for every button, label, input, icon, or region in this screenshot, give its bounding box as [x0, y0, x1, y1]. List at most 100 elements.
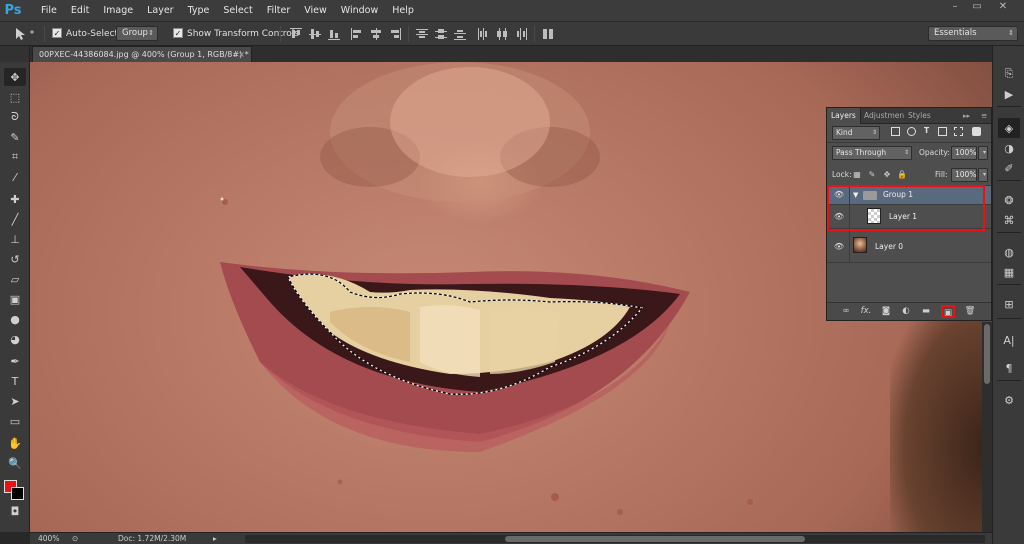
adjustment-filter-icon[interactable]: [907, 127, 916, 136]
opacity-slider-arrow[interactable]: ▾: [978, 146, 988, 160]
dodge-tool-icon[interactable]: ◕: [4, 330, 26, 348]
menu-filter[interactable]: Filter: [260, 0, 298, 22]
align-horizontal-centers-icon[interactable]: [370, 28, 382, 40]
lasso-tool-icon[interactable]: ᘐ: [4, 108, 26, 126]
menu-edit[interactable]: Edit: [64, 0, 96, 22]
auto-align-layers-icon[interactable]: [542, 28, 554, 40]
status-info-icon[interactable]: ⊙: [72, 533, 78, 544]
distribute-left-icon[interactable]: [477, 28, 489, 40]
move-tool-icon[interactable]: ✥: [4, 68, 26, 86]
distribute-bottom-icon[interactable]: [454, 28, 466, 40]
tab-adjustments[interactable]: Adjustmen: [860, 108, 908, 124]
tab-styles[interactable]: Styles: [904, 108, 935, 124]
eraser-tool-icon[interactable]: ▱: [4, 270, 26, 288]
align-right-edges-icon[interactable]: [389, 28, 401, 40]
filter-kind-dropdown[interactable]: Kind ⇕: [832, 126, 880, 140]
history-panel-icon[interactable]: ⎘: [998, 64, 1020, 84]
menu-file[interactable]: File: [34, 0, 64, 22]
paragraph-panel-icon[interactable]: ¶: [998, 358, 1020, 378]
fx-icon[interactable]: fx.: [859, 305, 873, 318]
healing-brush-tool-icon[interactable]: ✚: [4, 190, 26, 208]
show-transform-checkbox[interactable]: ✓: [173, 28, 183, 38]
horizontal-scrollbar[interactable]: [245, 535, 985, 543]
channels-panel-icon[interactable]: ◑: [998, 138, 1020, 158]
document-tab[interactable]: 00PXEC-44386084.jpg @ 400% (Group 1, RGB…: [32, 46, 252, 62]
close-tab-icon[interactable]: ×: [238, 47, 245, 62]
pen-tool-icon[interactable]: ✒: [4, 352, 26, 370]
adjustments-panel-icon[interactable]: ◍: [998, 242, 1020, 262]
crop-tool-icon[interactable]: ⌗: [4, 148, 26, 166]
vertical-scrollbar[interactable]: [982, 322, 992, 532]
color-panel-icon[interactable]: ❂: [998, 190, 1020, 210]
menu-view[interactable]: View: [297, 0, 334, 22]
history-brush-tool-icon[interactable]: ↺: [4, 250, 26, 268]
gradient-tool-icon[interactable]: ▣: [4, 290, 26, 308]
zoom-level[interactable]: 400%: [38, 533, 59, 544]
collapse-panel-icon[interactable]: ▸▸: [959, 108, 974, 124]
blend-mode-dropdown[interactable]: Pass Through ⇕: [832, 146, 912, 160]
move-tool-preset-icon[interactable]: [14, 27, 38, 41]
link-icon[interactable]: ∞: [839, 305, 853, 318]
menu-image[interactable]: Image: [96, 0, 140, 22]
opacity-input[interactable]: 100%: [951, 146, 977, 160]
lock-position-icon[interactable]: ✥: [882, 170, 892, 180]
close-window-button[interactable]: ✕: [992, 0, 1014, 14]
paths-panel-icon[interactable]: ✐: [998, 158, 1020, 178]
menu-type[interactable]: Type: [181, 0, 217, 22]
trash-icon[interactable]: 🗑: [963, 305, 977, 318]
quick-mask-icon[interactable]: ◘: [4, 502, 26, 520]
blur-tool-icon[interactable]: ●: [4, 310, 26, 328]
styles-panel-icon[interactable]: ▦: [998, 262, 1020, 282]
adjustment-icon[interactable]: ◐: [899, 305, 913, 318]
marquee-tool-icon[interactable]: ⬚: [4, 88, 26, 106]
menu-layer[interactable]: Layer: [140, 0, 181, 22]
shape-tool-icon[interactable]: ▭: [4, 412, 26, 430]
properties-panel-icon[interactable]: ⊞: [998, 294, 1020, 314]
tool-presets-panel-icon[interactable]: ⚙: [998, 390, 1020, 410]
filter-toggle-icon[interactable]: [972, 127, 981, 136]
folder-icon[interactable]: ▬: [919, 305, 933, 318]
status-menu-arrow-icon[interactable]: ▸: [213, 533, 217, 544]
zoom-tool-icon[interactable]: 🔍: [4, 454, 26, 472]
smart-object-filter-icon[interactable]: [954, 127, 963, 136]
brush-tool-icon[interactable]: ╱: [4, 210, 26, 228]
pixel-filter-icon[interactable]: [891, 127, 900, 136]
vertical-scrollbar-thumb[interactable]: [984, 324, 990, 384]
clone-stamp-tool-icon[interactable]: ⊥: [4, 230, 26, 248]
path-selection-tool-icon[interactable]: ➤: [4, 392, 26, 410]
distribute-top-icon[interactable]: [416, 28, 428, 40]
align-left-edges-icon[interactable]: [351, 28, 363, 40]
auto-select-checkbox[interactable]: ✓: [52, 28, 62, 38]
eyedropper-tool-icon[interactable]: ⁄: [4, 168, 26, 186]
swatches-panel-icon[interactable]: ⌘: [998, 210, 1020, 230]
align-bottom-edges-icon[interactable]: [328, 28, 340, 40]
character-panel-icon[interactable]: A|: [998, 330, 1020, 350]
menu-help[interactable]: Help: [385, 0, 421, 22]
distribute-right-icon[interactable]: [515, 28, 527, 40]
align-vertical-centers-icon[interactable]: [309, 28, 321, 40]
workspace-switcher[interactable]: Essentials ⇕: [928, 26, 1018, 41]
panel-menu-icon[interactable]: ≡: [977, 108, 991, 124]
new-layer-icon[interactable]: ▣: [941, 305, 955, 318]
lock-transparent-pixels-icon[interactable]: ▦: [852, 170, 862, 180]
auto-select-target-dropdown[interactable]: Group ⇕: [116, 26, 158, 41]
fill-slider-arrow[interactable]: ▾: [978, 168, 988, 182]
lock-image-pixels-icon[interactable]: ✎: [867, 170, 877, 180]
layer-row-layer-0[interactable]: 👁 Layer 0: [827, 229, 991, 263]
quick-select-tool-icon[interactable]: ✎: [4, 128, 26, 146]
horizontal-scrollbar-thumb[interactable]: [505, 536, 805, 542]
hand-tool-icon[interactable]: ✋: [4, 434, 26, 452]
restore-button[interactable]: ▭: [966, 0, 988, 14]
mask-icon[interactable]: ◙: [879, 305, 893, 318]
actions-panel-icon[interactable]: ▶: [998, 84, 1020, 104]
distribute-vertical-centers-icon[interactable]: [435, 28, 447, 40]
layers-panel-toggle-icon[interactable]: ◈: [998, 118, 1020, 138]
visibility-eye-icon[interactable]: 👁: [833, 242, 845, 252]
menu-select[interactable]: Select: [216, 0, 259, 22]
lock-all-icon[interactable]: 🔒: [897, 170, 907, 180]
menu-window[interactable]: Window: [334, 0, 385, 22]
align-top-edges-icon[interactable]: [290, 28, 302, 40]
tab-layers[interactable]: Layers: [827, 108, 861, 124]
distribute-horizontal-centers-icon[interactable]: [496, 28, 508, 40]
background-color-swatch[interactable]: [11, 487, 24, 500]
